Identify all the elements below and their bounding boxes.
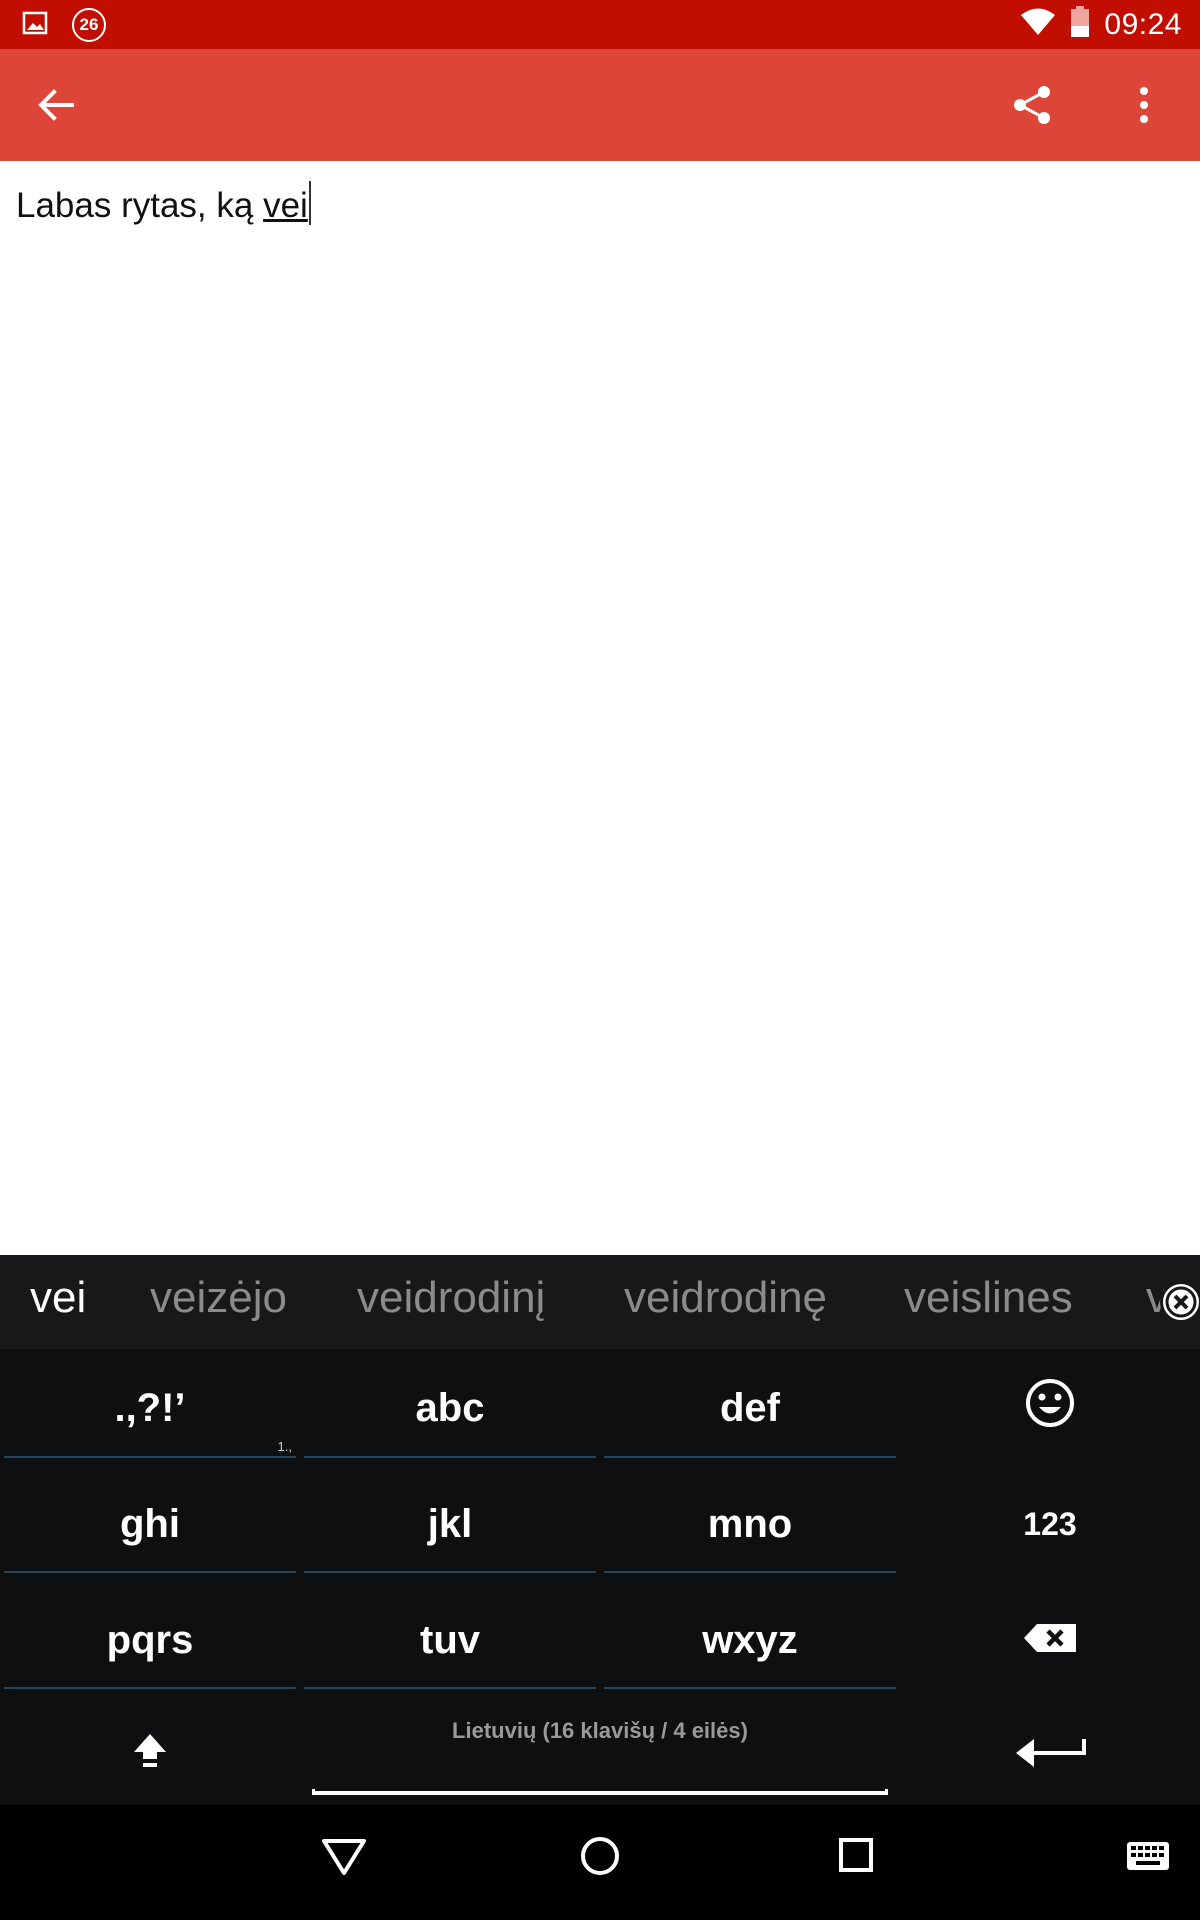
key-mno[interactable]: mno: [604, 1477, 896, 1573]
share-icon[interactable]: [1010, 83, 1054, 127]
wifi-icon: [1020, 7, 1056, 42]
key-label: .,?!’: [114, 1385, 186, 1430]
status-left-icons: 26: [22, 8, 106, 42]
back-triangle-icon[interactable]: [320, 1837, 368, 1882]
status-right-icons: 09:24: [1020, 0, 1182, 49]
keyboard-switch-icon[interactable]: [1126, 1841, 1170, 1876]
shift-icon: [132, 1732, 168, 1780]
battery-icon: [1070, 6, 1090, 43]
key-abc[interactable]: abc: [304, 1360, 596, 1458]
app-bar: [0, 49, 1200, 161]
key-label: jkl: [427, 1501, 473, 1546]
editor-text[interactable]: Labas rytas, ką vei: [16, 181, 311, 226]
status-time: 09:24: [1104, 7, 1182, 41]
suggestion-item[interactable]: veidrodinį: [357, 1273, 545, 1323]
enter-icon: [1014, 1731, 1086, 1781]
key-label: abc: [415, 1385, 485, 1430]
key-ghi[interactable]: ghi: [4, 1477, 296, 1573]
back-arrow-icon[interactable]: [34, 83, 78, 127]
key-label: 123: [1023, 1505, 1077, 1542]
space-bar-indicator: [312, 1789, 888, 1795]
navigation-bar: [0, 1805, 1200, 1920]
key-hint: 1.,: [277, 1439, 292, 1454]
suggestion-item[interactable]: veidrodinę: [624, 1273, 827, 1323]
key-label: wxyz: [702, 1617, 798, 1662]
key-jkl[interactable]: jkl: [304, 1477, 596, 1573]
suggestion-item[interactable]: veislines: [904, 1273, 1073, 1323]
backspace-key[interactable]: [904, 1593, 1196, 1687]
key-punctuation[interactable]: .,?!’ 1.,: [4, 1360, 296, 1458]
suggestion-item[interactable]: vei: [30, 1273, 86, 1323]
notification-badge: 26: [72, 8, 106, 42]
text-cursor: [308, 181, 311, 225]
composing-word: vei: [263, 186, 308, 225]
home-circle-icon[interactable]: [579, 1835, 621, 1882]
close-suggestions-icon[interactable]: [1160, 1281, 1200, 1323]
key-label: pqrs: [106, 1617, 194, 1662]
key-label: def: [720, 1385, 780, 1430]
recents-square-icon[interactable]: [838, 1837, 874, 1878]
key-label: ghi: [120, 1501, 180, 1546]
space-key-label: Lietuvių (16 klavišų / 4 eilės): [452, 1718, 748, 1743]
emoji-key[interactable]: [904, 1360, 1196, 1456]
editor-committed-text: Labas rytas, ką: [16, 186, 264, 225]
key-pqrs[interactable]: pqrs: [4, 1593, 296, 1689]
suggestion-item[interactable]: veizėjo: [150, 1273, 287, 1323]
key-tuv[interactable]: tuv: [304, 1593, 596, 1689]
emoji-icon: [1025, 1378, 1075, 1438]
key-label: mno: [707, 1501, 793, 1546]
suggestion-strip: vei veizėjo veidrodinį veidrodinę veisli…: [0, 1255, 1200, 1349]
numbers-key[interactable]: 123: [904, 1477, 1196, 1571]
image-icon: [22, 11, 48, 40]
backspace-icon: [1023, 1618, 1077, 1663]
status-bar: 26 09:24: [0, 0, 1200, 49]
shift-key[interactable]: [4, 1708, 296, 1804]
key-wxyz[interactable]: wxyz: [604, 1593, 896, 1689]
enter-key[interactable]: [904, 1708, 1196, 1804]
key-label: tuv: [420, 1617, 480, 1662]
text-editor[interactable]: Labas rytas, ką vei: [0, 161, 1200, 1255]
overflow-menu-icon[interactable]: [1130, 83, 1158, 127]
key-def[interactable]: def: [604, 1360, 896, 1458]
